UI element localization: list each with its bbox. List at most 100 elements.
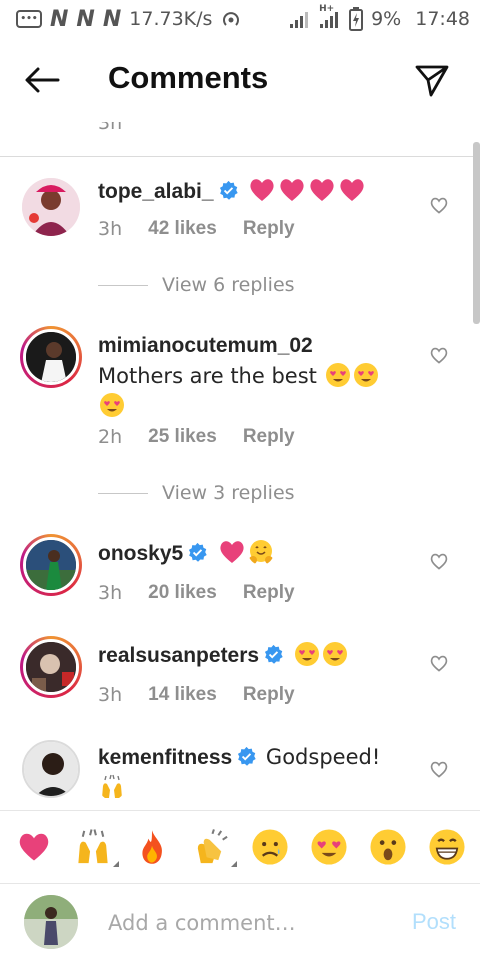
page-title: Comments bbox=[108, 60, 269, 95]
comment-item: mimianocutemum_02 Mothers are the best 2… bbox=[0, 326, 480, 516]
quick-emoji-clapping-hands[interactable] bbox=[191, 827, 237, 867]
network-speed: 17.73K/s bbox=[129, 8, 213, 30]
pink-heart-emoji bbox=[340, 179, 364, 201]
heart-outline-icon bbox=[430, 553, 448, 570]
pink-heart-emoji bbox=[280, 179, 304, 201]
signal-icon bbox=[289, 10, 311, 28]
avatar-image bbox=[23, 639, 79, 695]
heart-eyes-emoji bbox=[322, 642, 347, 666]
view-replies-line bbox=[98, 284, 148, 286]
comment-username[interactable]: mimianocutemum_02 bbox=[98, 334, 313, 357]
quick-emoji-heart-eyes[interactable] bbox=[309, 827, 349, 867]
verified-badge-icon bbox=[238, 746, 256, 766]
comment-meta: 3h 14 likes Reply bbox=[98, 684, 295, 706]
heart-outline-icon bbox=[430, 761, 448, 778]
status-left: ••• N N N 17.73K/s bbox=[16, 7, 242, 32]
like-button[interactable] bbox=[428, 652, 450, 674]
comment-item: realsusanpeters 3h 14 likes Reply bbox=[0, 636, 480, 726]
comment-username[interactable]: onosky5 bbox=[98, 542, 183, 565]
previous-comment-time: 3h bbox=[98, 122, 123, 134]
like-button[interactable] bbox=[428, 194, 450, 216]
quick-emoji-surprised-face[interactable] bbox=[368, 827, 408, 867]
comment-text: Godspeed! bbox=[265, 745, 381, 769]
paper-plane-icon bbox=[415, 65, 449, 97]
fire-icon bbox=[141, 830, 162, 864]
quick-emoji-fire[interactable] bbox=[132, 827, 172, 867]
battery-percent: 9% bbox=[371, 8, 402, 30]
comment-username[interactable]: tope_alabi_ bbox=[98, 180, 214, 203]
battery-charging-icon bbox=[349, 7, 364, 31]
comment-username[interactable]: kemenfitness bbox=[98, 746, 232, 769]
comment-composer: Post bbox=[0, 885, 480, 960]
pink-heart-emoji bbox=[310, 179, 334, 201]
verified-badge-icon bbox=[265, 644, 283, 664]
comment-input[interactable] bbox=[108, 907, 388, 939]
heart-eyes-emoji bbox=[294, 642, 319, 666]
avatar[interactable] bbox=[20, 534, 82, 596]
message-icon: ••• bbox=[16, 10, 42, 28]
comment-item: tope_alabi_ 3h 42 likes Reply View 6 rep… bbox=[0, 172, 480, 322]
avatar[interactable] bbox=[20, 326, 82, 388]
avatar[interactable] bbox=[22, 178, 80, 236]
quick-emoji-raising-hands[interactable] bbox=[73, 827, 119, 867]
n-icon: N bbox=[102, 6, 122, 32]
back-button[interactable] bbox=[22, 62, 62, 98]
comment-meta: 3h 42 likes Reply bbox=[98, 218, 295, 240]
variant-indicator bbox=[230, 861, 237, 867]
raising-hands-emoji bbox=[102, 774, 122, 798]
crying-face-icon bbox=[251, 829, 288, 865]
comment-username[interactable]: realsusanpeters bbox=[98, 644, 259, 667]
heart-outline-icon bbox=[430, 197, 448, 214]
comment-body: onosky5 bbox=[98, 538, 418, 569]
reply-button[interactable]: Reply bbox=[243, 684, 295, 706]
likes-count[interactable]: 14 likes bbox=[148, 684, 217, 706]
reply-button[interactable]: Reply bbox=[243, 426, 295, 448]
divider bbox=[0, 156, 480, 157]
send-button[interactable] bbox=[412, 60, 452, 100]
reply-button[interactable]: Reply bbox=[243, 582, 295, 604]
comment-meta: 2h 25 likes Reply bbox=[98, 426, 295, 448]
status-bar: ••• N N N 17.73K/s H+ 9% 17:48 bbox=[0, 0, 480, 38]
like-button[interactable] bbox=[428, 344, 450, 366]
view-replies-button[interactable]: View 6 replies bbox=[98, 274, 295, 296]
heart-eyes-icon bbox=[310, 829, 347, 865]
reply-button[interactable]: Reply bbox=[243, 218, 295, 240]
likes-count[interactable]: 20 likes bbox=[148, 582, 217, 604]
comment-time: 3h bbox=[98, 684, 123, 706]
n-icon: N bbox=[50, 6, 69, 32]
status-right: H+ 9% 17:48 bbox=[289, 4, 470, 31]
comment-time: 3h bbox=[98, 582, 123, 604]
network-type: H+ bbox=[319, 4, 335, 14]
view-replies-button[interactable]: View 3 replies bbox=[98, 482, 295, 504]
hotspot-icon bbox=[220, 8, 242, 30]
header: Comments bbox=[0, 38, 480, 122]
grinning-face-icon bbox=[428, 829, 465, 865]
avatar[interactable] bbox=[22, 740, 80, 798]
comment-body: kemenfitness Godspeed! bbox=[98, 742, 408, 803]
like-button[interactable] bbox=[428, 758, 450, 780]
avatar[interactable] bbox=[20, 636, 82, 698]
variant-indicator bbox=[112, 861, 119, 867]
likes-count[interactable]: 25 likes bbox=[148, 426, 217, 448]
comment-body: realsusanpeters bbox=[98, 640, 418, 671]
comment-list[interactable]: 3h tope_alabi_ 3h 42 likes Reply View 6 … bbox=[0, 122, 480, 810]
post-button[interactable]: Post bbox=[412, 909, 456, 935]
like-button[interactable] bbox=[428, 550, 450, 572]
verified-badge-icon bbox=[219, 180, 238, 200]
avatar-image bbox=[23, 537, 79, 593]
pink-heart-emoji bbox=[220, 541, 244, 563]
likes-count[interactable]: 42 likes bbox=[148, 218, 217, 240]
comment-item: kemenfitness Godspeed! bbox=[0, 740, 480, 810]
quick-emoji-pink-heart[interactable] bbox=[14, 827, 54, 867]
comment-body: mimianocutemum_02 Mothers are the best bbox=[98, 330, 398, 421]
signal-h-plus-icon: H+ bbox=[319, 4, 341, 28]
quick-emoji-grinning-face[interactable] bbox=[427, 827, 467, 867]
arrow-left-icon bbox=[25, 67, 60, 93]
comment-body: tope_alabi_ bbox=[98, 176, 418, 207]
quick-emoji-crying-face[interactable] bbox=[250, 827, 290, 867]
heart-eyes-emoji bbox=[100, 393, 124, 417]
view-replies-label: View 6 replies bbox=[162, 274, 295, 296]
clock: 17:48 bbox=[415, 8, 470, 30]
view-replies-label: View 3 replies bbox=[162, 482, 295, 504]
heart-eyes-emoji bbox=[353, 363, 378, 387]
